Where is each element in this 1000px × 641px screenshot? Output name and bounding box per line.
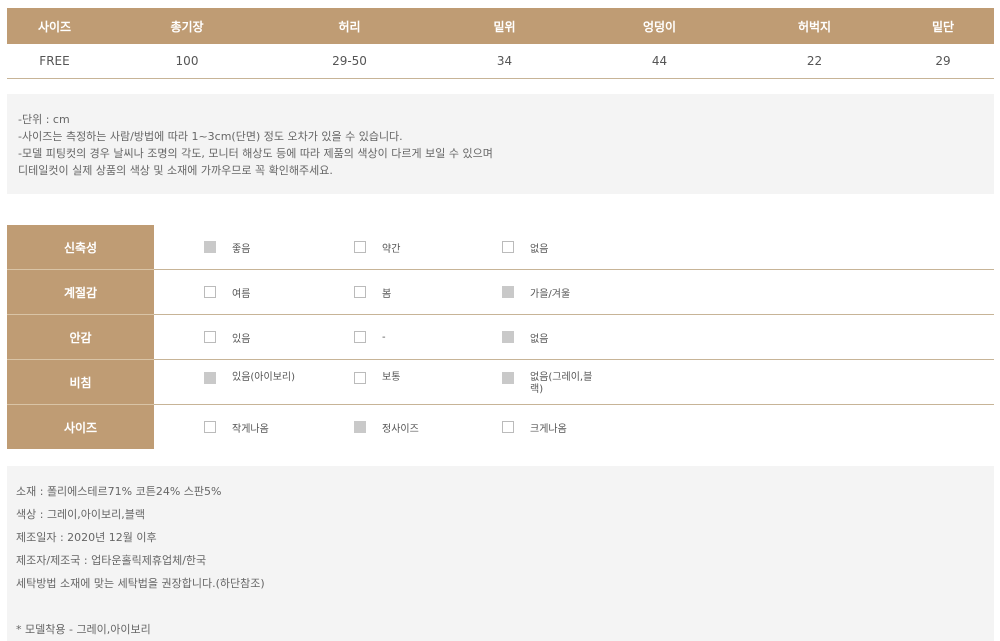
option-label: 작게나옴 <box>232 423 269 435</box>
checkbox[interactable] <box>354 421 366 433</box>
size-table: 사이즈 총기장 허리 밑위 엉덩이 허벅지 밑단 FREE 100 29-50 … <box>7 8 994 79</box>
property-row-stretch: 신축성 좋음 약간 없음 <box>7 225 994 270</box>
size-header-waist: 허리 <box>272 8 427 44</box>
option-label: 있음(아이보리) <box>232 372 296 383</box>
info-line: 제조일자 : 2020년 12월 이후 <box>16 531 157 544</box>
option-good[interactable]: 좋음 <box>204 225 250 269</box>
option-runs-large[interactable]: 크게나옴 <box>502 405 567 449</box>
property-label: 비침 <box>7 359 154 405</box>
option-label: 여름 <box>232 288 251 300</box>
option-fall-winter[interactable]: 가을/겨울 <box>502 270 570 314</box>
info-line: 제조자/제조국 : 업타운홀릭제휴업체/한국 <box>16 554 207 567</box>
model-note: * 모델착용 - 그레이,아이보리 <box>16 623 151 636</box>
size-header-hip: 엉덩이 <box>582 8 737 44</box>
size-header-size: 사이즈 <box>7 8 102 44</box>
option-label: 보통 <box>382 372 401 383</box>
checkbox[interactable] <box>204 421 216 433</box>
size-cell: FREE <box>7 44 102 79</box>
property-table: 신축성 좋음 약간 없음 계절감 여름 봄 가을/겨울 안감 있음 - 없음 비… <box>7 225 994 449</box>
checkbox[interactable] <box>204 286 216 298</box>
info-line: 소재 : 폴리에스테르71% 코튼24% 스판5% <box>16 485 222 498</box>
size-table-header-row: 사이즈 총기장 허리 밑위 엉덩이 허벅지 밑단 <box>7 8 994 44</box>
waist-cell: 29-50 <box>272 44 427 79</box>
checkbox[interactable] <box>354 241 366 253</box>
option-label: 없음 <box>530 333 549 345</box>
hip-cell: 44 <box>582 44 737 79</box>
hem-cell: 29 <box>892 44 994 79</box>
checkbox[interactable] <box>502 372 514 384</box>
note-line: -사이즈는 측정하는 사람/방법에 따라 1~3cm(단면) 정도 오차가 있을… <box>18 130 403 143</box>
option-not-sheer[interactable]: 없음(그레이,블랙) <box>502 360 598 404</box>
option-normal[interactable]: 보통 <box>354 360 450 404</box>
property-label: 신축성 <box>7 225 154 270</box>
property-label: 사이즈 <box>7 404 154 449</box>
checkbox[interactable] <box>204 372 216 384</box>
option-dash[interactable]: - <box>354 315 386 359</box>
property-row-season: 계절감 여름 봄 가을/겨울 <box>7 269 994 315</box>
rise-cell: 34 <box>427 44 582 79</box>
option-spring[interactable]: 봄 <box>354 270 391 314</box>
option-label: 있음 <box>232 333 251 345</box>
checkbox[interactable] <box>502 286 514 298</box>
checkbox[interactable] <box>354 286 366 298</box>
option-yes[interactable]: 있음 <box>204 315 250 359</box>
product-detail-page: 사이즈 총기장 허리 밑위 엉덩이 허벅지 밑단 FREE 100 29-50 … <box>0 0 1000 641</box>
checkbox[interactable] <box>204 241 216 253</box>
option-label: 봄 <box>382 288 392 300</box>
property-label: 계절감 <box>7 269 154 315</box>
option-runs-small[interactable]: 작게나옴 <box>204 405 269 449</box>
total-length-cell: 100 <box>102 44 272 79</box>
property-label: 안감 <box>7 314 154 360</box>
option-label: - <box>382 331 386 343</box>
info-line: 세탁방법 소재에 맞는 세탁법을 권장합니다.(하단참조) <box>16 577 265 590</box>
note-line: -단위 : cm <box>18 113 70 126</box>
option-sheer-ivory[interactable]: 있음(아이보리) <box>204 360 300 404</box>
checkbox[interactable] <box>354 372 366 384</box>
size-header-thigh: 허벅지 <box>737 8 892 44</box>
checkbox[interactable] <box>502 241 514 253</box>
property-row-lining: 안감 있음 - 없음 <box>7 314 994 360</box>
info-line: 색상 : 그레이,아이보리,블랙 <box>16 508 146 521</box>
size-header-hem: 밑단 <box>892 8 994 44</box>
checkbox[interactable] <box>502 421 514 433</box>
option-summer[interactable]: 여름 <box>204 270 250 314</box>
option-label: 정사이즈 <box>382 423 419 435</box>
size-notes: -단위 : cm -사이즈는 측정하는 사람/방법에 따라 1~3cm(단면) … <box>7 94 994 194</box>
size-header-rise: 밑위 <box>427 8 582 44</box>
property-row-fit: 사이즈 작게나옴 정사이즈 크게나옴 <box>7 404 994 449</box>
checkbox[interactable] <box>354 331 366 343</box>
property-row-sheerness: 비침 있음(아이보리) 보통 없음(그레이,블랙) <box>7 359 994 405</box>
option-none[interactable]: 없음 <box>502 225 548 269</box>
option-label: 없음(그레이,블랙) <box>530 372 593 395</box>
table-row: FREE 100 29-50 34 44 22 29 <box>7 44 994 79</box>
product-info: 소재 : 폴리에스테르71% 코튼24% 스판5% 색상 : 그레이,아이보리,… <box>7 466 994 641</box>
note-line: 디테일컷이 실제 상품의 색상 및 소재에 가까우므로 꼭 확인해주세요. <box>18 164 333 177</box>
checkbox[interactable] <box>502 331 514 343</box>
option-label: 없음 <box>530 243 549 255</box>
note-line: -모델 피팅컷의 경우 날씨나 조명의 각도, 모니터 해상도 등에 따라 제품… <box>18 147 493 160</box>
option-label: 가을/겨울 <box>530 288 571 300</box>
option-label: 크게나옴 <box>530 423 567 435</box>
thigh-cell: 22 <box>737 44 892 79</box>
option-label: 좋음 <box>232 243 251 255</box>
option-no[interactable]: 없음 <box>502 315 548 359</box>
option-true-size[interactable]: 정사이즈 <box>354 405 419 449</box>
option-label: 약간 <box>382 243 401 255</box>
option-slight[interactable]: 약간 <box>354 225 400 269</box>
checkbox[interactable] <box>204 331 216 343</box>
size-header-total-length: 총기장 <box>102 8 272 44</box>
